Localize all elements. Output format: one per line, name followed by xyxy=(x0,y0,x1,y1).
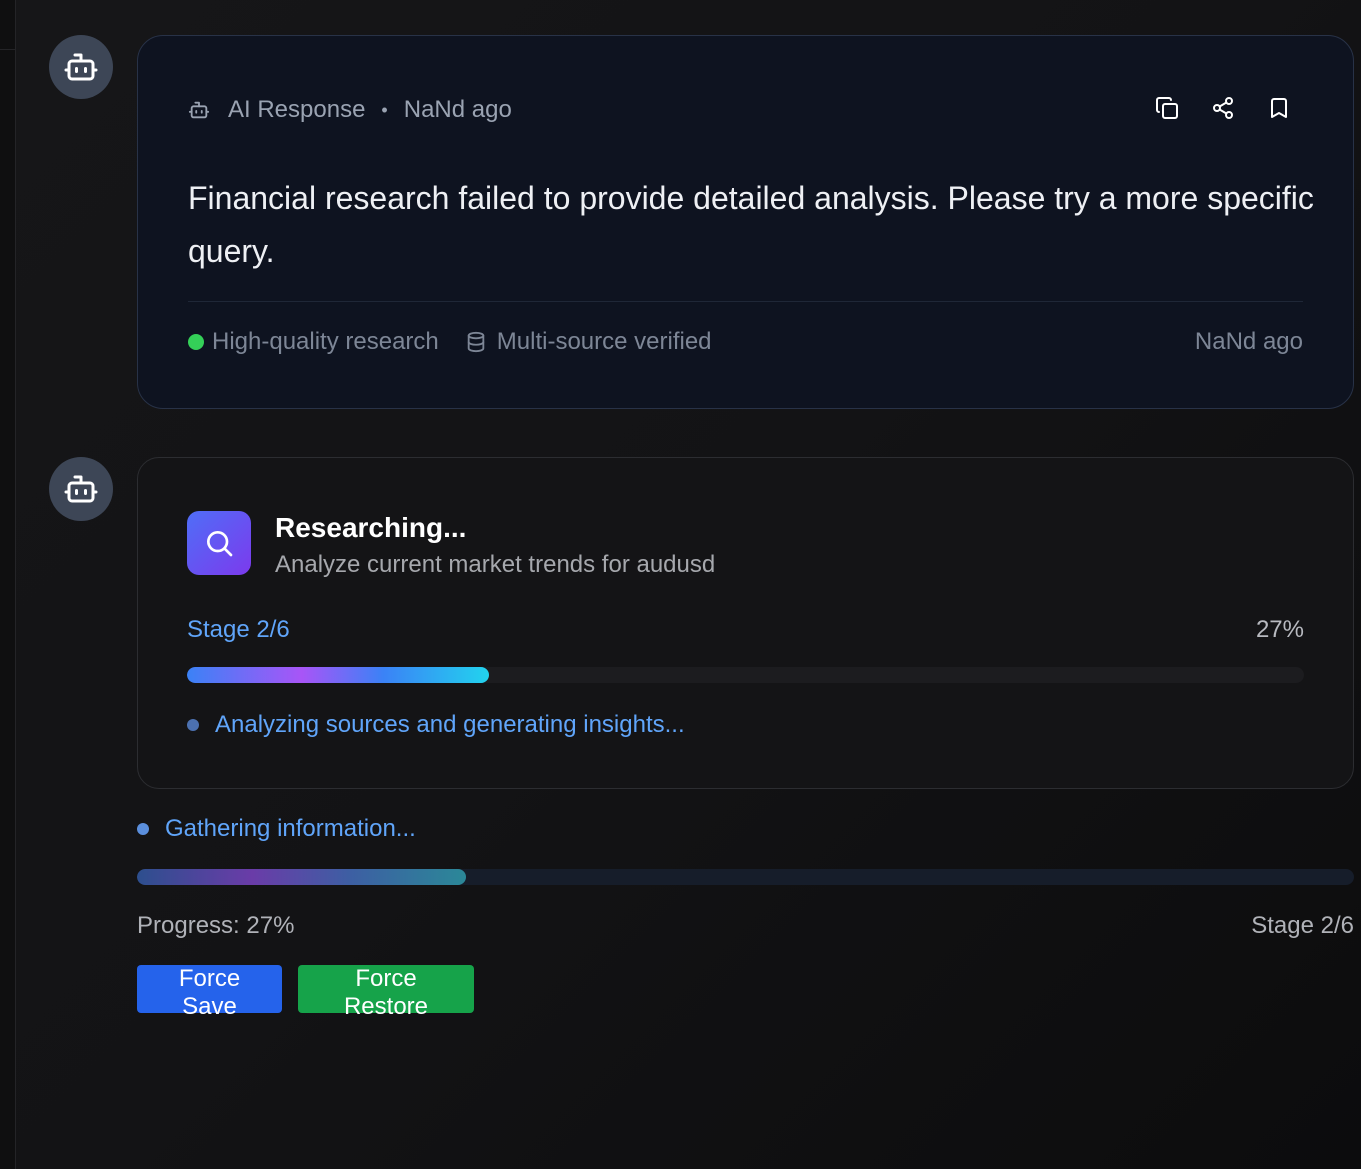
research-progress-bar xyxy=(187,667,1304,683)
bot-icon xyxy=(64,475,98,503)
bot-avatar xyxy=(49,457,113,521)
response-message: Financial research failed to provide det… xyxy=(188,180,1314,269)
response-time: NaNd ago xyxy=(403,96,512,123)
status-bullet xyxy=(137,823,149,835)
ai-response-card: AI Response • NaNd ago Financial researc… xyxy=(137,35,1354,409)
research-status: Analyzing sources and generating insight… xyxy=(187,711,685,739)
stage-label: Stage 2/6 xyxy=(1251,912,1354,939)
bot-avatar xyxy=(49,35,113,99)
left-sidebar-header xyxy=(0,0,16,50)
response-footer: High-quality research Multi-source verif… xyxy=(188,328,1303,356)
quality-status-dot xyxy=(188,334,204,350)
overall-progress-bar xyxy=(137,869,1354,885)
bookmark-button[interactable] xyxy=(1265,94,1293,122)
research-progress-fill xyxy=(187,667,489,683)
stage-indicator: Stage 2/6 xyxy=(187,616,290,643)
progress-label: Progress: 27% xyxy=(137,912,295,939)
sources-label: Multi-source verified xyxy=(496,328,712,355)
bot-icon xyxy=(64,53,98,81)
response-label: AI Response xyxy=(228,96,366,123)
research-badge xyxy=(187,511,251,575)
progress-percent: 27% xyxy=(1255,616,1304,643)
search-icon xyxy=(207,531,233,557)
status-bullet xyxy=(187,719,199,731)
force-restore-button[interactable]: Force Restore xyxy=(298,965,474,1020)
gathering-status: Gathering information... xyxy=(137,815,416,843)
gathering-status-text: Gathering information... xyxy=(165,815,416,842)
research-title: Researching... xyxy=(275,512,467,543)
copy-icon xyxy=(1156,97,1178,119)
research-status-text: Analyzing sources and generating insight… xyxy=(215,711,685,738)
research-query: Analyze current market trends for audusd xyxy=(275,551,716,578)
quality-label: High-quality research xyxy=(212,328,439,355)
left-sidebar-edge xyxy=(0,0,16,1169)
card-divider xyxy=(188,301,1303,302)
database-icon xyxy=(467,331,485,353)
force-save-button[interactable]: Force Save xyxy=(137,965,282,1020)
response-meta: AI Response • NaNd ago xyxy=(188,96,512,124)
research-progress-card: Researching... Analyze current market tr… xyxy=(137,457,1354,789)
share-button[interactable] xyxy=(1209,94,1237,122)
copy-button[interactable] xyxy=(1153,94,1181,122)
response-actions xyxy=(1153,94,1293,122)
bot-icon xyxy=(188,101,210,119)
overall-progress-fill xyxy=(137,869,466,885)
footer-time: NaNd ago xyxy=(1194,328,1303,355)
bookmark-icon xyxy=(1271,98,1287,118)
meta-separator: • xyxy=(381,99,388,120)
share-icon xyxy=(1213,97,1233,119)
